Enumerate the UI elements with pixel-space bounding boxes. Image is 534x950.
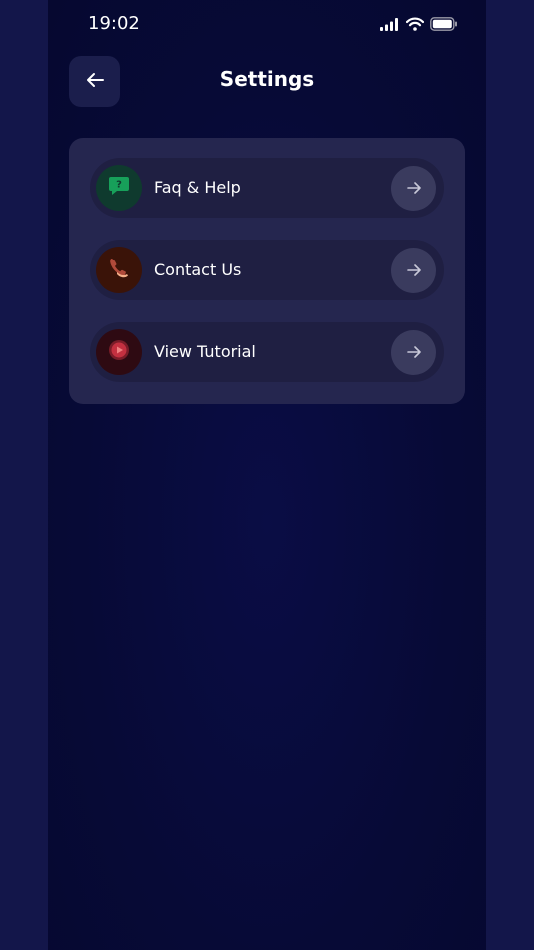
phone-screen: 19:02 Settings ? Faq & Help Contact Us V… bbox=[48, 0, 486, 950]
status-bar: 19:02 bbox=[48, 0, 486, 48]
menu-item-label: Contact Us bbox=[154, 260, 242, 279]
page-title: Settings bbox=[219, 67, 315, 91]
contact-icon-container bbox=[96, 247, 142, 293]
status-time: 19:02 bbox=[88, 13, 140, 34]
menu-item-view-tutorial[interactable]: View Tutorial bbox=[90, 322, 444, 382]
arrow-right-icon bbox=[406, 261, 421, 280]
arrow-right-icon bbox=[406, 179, 421, 198]
faq-icon-container: ? bbox=[96, 165, 142, 211]
play-icon bbox=[108, 339, 130, 365]
faq-arrow-button[interactable] bbox=[391, 166, 436, 211]
arrow-right-icon bbox=[406, 343, 421, 362]
help-chat-icon: ? bbox=[108, 175, 130, 201]
tutorial-arrow-button[interactable] bbox=[391, 330, 436, 375]
signal-icon bbox=[380, 16, 400, 35]
menu-item-contact-us[interactable]: Contact Us bbox=[90, 240, 444, 300]
svg-text:?: ? bbox=[116, 180, 122, 191]
menu-item-label: View Tutorial bbox=[154, 342, 256, 361]
menu-item-faq-help[interactable]: ? Faq & Help bbox=[90, 158, 444, 218]
tutorial-icon-container bbox=[96, 329, 142, 375]
contact-arrow-button[interactable] bbox=[391, 248, 436, 293]
menu-item-label: Faq & Help bbox=[154, 178, 241, 197]
wifi-icon bbox=[405, 16, 425, 35]
phone-icon bbox=[107, 256, 131, 284]
battery-icon bbox=[430, 16, 458, 35]
settings-card: ? Faq & Help Contact Us View Tutorial bbox=[69, 138, 465, 404]
status-icons bbox=[380, 16, 458, 35]
